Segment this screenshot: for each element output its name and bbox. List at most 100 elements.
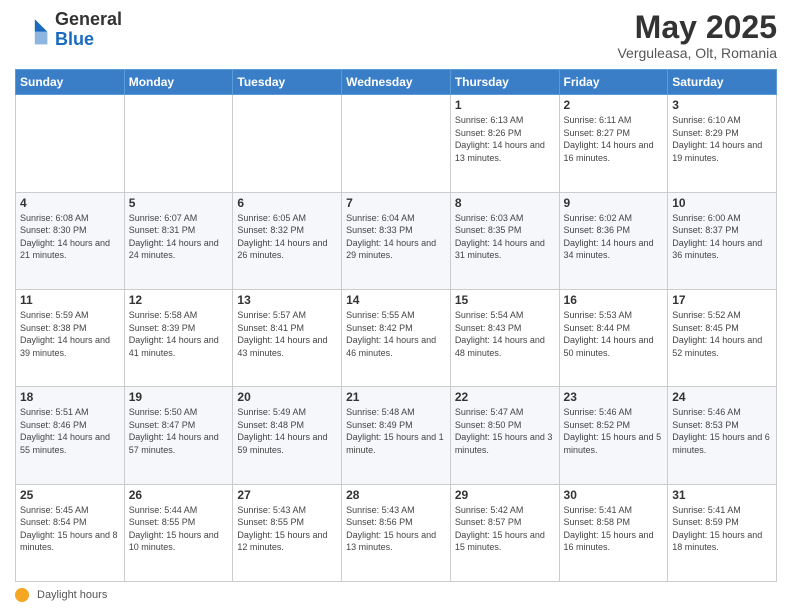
day-info: Sunrise: 6:10 AM Sunset: 8:29 PM Dayligh…: [672, 114, 772, 164]
day-info: Sunrise: 5:53 AM Sunset: 8:44 PM Dayligh…: [564, 309, 664, 359]
day-cell: 16 Sunrise: 5:53 AM Sunset: 8:44 PM Dayli…: [559, 289, 668, 386]
day-cell: 20 Sunrise: 5:49 AM Sunset: 8:48 PM Dayli…: [233, 387, 342, 484]
week-row-3: 11 Sunrise: 5:59 AM Sunset: 8:38 PM Dayli…: [16, 289, 777, 386]
day-cell: 22 Sunrise: 5:47 AM Sunset: 8:50 PM Dayli…: [450, 387, 559, 484]
day-info: Sunrise: 6:03 AM Sunset: 8:35 PM Dayligh…: [455, 212, 555, 262]
day-number: 7: [346, 196, 446, 210]
weekday-sunday: Sunday: [16, 70, 125, 95]
day-number: 21: [346, 390, 446, 404]
title-block: May 2025 Verguleasa, Olt, Romania: [617, 10, 777, 61]
day-number: 19: [129, 390, 229, 404]
day-info: Sunrise: 6:13 AM Sunset: 8:26 PM Dayligh…: [455, 114, 555, 164]
day-cell: 26 Sunrise: 5:44 AM Sunset: 8:55 PM Dayli…: [124, 484, 233, 581]
daylight-label: Daylight hours: [37, 589, 107, 601]
day-info: Sunrise: 5:41 AM Sunset: 8:59 PM Dayligh…: [672, 504, 772, 554]
day-info: Sunrise: 5:58 AM Sunset: 8:39 PM Dayligh…: [129, 309, 229, 359]
day-cell: 6Sunrise: 6:05 AM Sunset: 8:32 PM Daylig…: [233, 192, 342, 289]
week-row-1: 1 Sunrise: 6:13 AM Sunset: 8:26 PM Daylig…: [16, 95, 777, 192]
day-number: 3: [672, 98, 772, 112]
day-number: 9: [564, 196, 664, 210]
day-info: Sunrise: 5:50 AM Sunset: 8:47 PM Dayligh…: [129, 406, 229, 456]
day-number: 5: [129, 196, 229, 210]
day-number: 18: [20, 390, 120, 404]
day-info: Sunrise: 6:04 AM Sunset: 8:33 PM Dayligh…: [346, 212, 446, 262]
day-number: 31: [672, 488, 772, 502]
logo-blue: Blue: [55, 29, 94, 49]
day-cell: 27Sunrise: 5:43 AM Sunset: 8:55 PM Dayli…: [233, 484, 342, 581]
day-cell: 17 Sunrise: 5:52 AM Sunset: 8:45 PM Dayli…: [668, 289, 777, 386]
day-cell: 29Sunrise: 5:42 AM Sunset: 8:57 PM Dayli…: [450, 484, 559, 581]
day-number: 12: [129, 293, 229, 307]
day-cell: [16, 95, 125, 192]
weekday-header-row: SundayMondayTuesdayWednesdayThursdayFrid…: [16, 70, 777, 95]
day-cell: 28 Sunrise: 5:43 AM Sunset: 8:56 PM Dayli…: [342, 484, 451, 581]
day-number: 10: [672, 196, 772, 210]
day-cell: 7 Sunrise: 6:04 AM Sunset: 8:33 PM Daylig…: [342, 192, 451, 289]
day-number: 17: [672, 293, 772, 307]
day-info: Sunrise: 5:43 AM Sunset: 8:56 PM Dayligh…: [346, 504, 446, 554]
day-cell: 10 Sunrise: 6:00 AM Sunset: 8:37 PM Dayli…: [668, 192, 777, 289]
day-info: Sunrise: 5:44 AM Sunset: 8:55 PM Dayligh…: [129, 504, 229, 554]
day-info: Sunrise: 5:57 AM Sunset: 8:41 PM Dayligh…: [237, 309, 337, 359]
day-info: Sunrise: 5:59 AM Sunset: 8:38 PM Dayligh…: [20, 309, 120, 359]
day-cell: [233, 95, 342, 192]
logo-text: General Blue: [55, 10, 122, 50]
day-cell: 5Sunrise: 6:07 AM Sunset: 8:31 PM Daylig…: [124, 192, 233, 289]
day-number: 25: [20, 488, 120, 502]
day-info: Sunrise: 6:02 AM Sunset: 8:36 PM Dayligh…: [564, 212, 664, 262]
day-info: Sunrise: 6:00 AM Sunset: 8:37 PM Dayligh…: [672, 212, 772, 262]
day-number: 15: [455, 293, 555, 307]
day-cell: 24Sunrise: 5:46 AM Sunset: 8:53 PM Dayli…: [668, 387, 777, 484]
day-number: 28: [346, 488, 446, 502]
header: General Blue May 2025 Verguleasa, Olt, R…: [15, 10, 777, 61]
day-cell: 18Sunrise: 5:51 AM Sunset: 8:46 PM Dayli…: [16, 387, 125, 484]
day-cell: 11 Sunrise: 5:59 AM Sunset: 8:38 PM Dayli…: [16, 289, 125, 386]
day-cell: 21Sunrise: 5:48 AM Sunset: 8:49 PM Dayli…: [342, 387, 451, 484]
day-number: 16: [564, 293, 664, 307]
day-number: 26: [129, 488, 229, 502]
day-number: 22: [455, 390, 555, 404]
logo-general: General: [55, 9, 122, 29]
day-number: 1: [455, 98, 555, 112]
weekday-tuesday: Tuesday: [233, 70, 342, 95]
month-title: May 2025: [617, 10, 777, 45]
day-number: 30: [564, 488, 664, 502]
day-cell: 1 Sunrise: 6:13 AM Sunset: 8:26 PM Daylig…: [450, 95, 559, 192]
day-cell: [124, 95, 233, 192]
day-info: Sunrise: 5:49 AM Sunset: 8:48 PM Dayligh…: [237, 406, 337, 456]
day-cell: 15 Sunrise: 5:54 AM Sunset: 8:43 PM Dayli…: [450, 289, 559, 386]
location: Verguleasa, Olt, Romania: [617, 45, 777, 61]
day-cell: 2 Sunrise: 6:11 AM Sunset: 8:27 PM Daylig…: [559, 95, 668, 192]
day-info: Sunrise: 5:41 AM Sunset: 8:58 PM Dayligh…: [564, 504, 664, 554]
footer: Daylight hours: [15, 588, 777, 602]
week-row-4: 18Sunrise: 5:51 AM Sunset: 8:46 PM Dayli…: [16, 387, 777, 484]
day-cell: 3 Sunrise: 6:10 AM Sunset: 8:29 PM Daylig…: [668, 95, 777, 192]
day-info: Sunrise: 5:46 AM Sunset: 8:53 PM Dayligh…: [672, 406, 772, 456]
weekday-monday: Monday: [124, 70, 233, 95]
day-number: 23: [564, 390, 664, 404]
day-number: 11: [20, 293, 120, 307]
day-cell: 14Sunrise: 5:55 AM Sunset: 8:42 PM Dayli…: [342, 289, 451, 386]
sun-icon: [15, 588, 29, 602]
calendar: SundayMondayTuesdayWednesdayThursdayFrid…: [15, 69, 777, 582]
day-number: 13: [237, 293, 337, 307]
day-info: Sunrise: 5:46 AM Sunset: 8:52 PM Dayligh…: [564, 406, 664, 456]
day-number: 14: [346, 293, 446, 307]
day-info: Sunrise: 6:11 AM Sunset: 8:27 PM Dayligh…: [564, 114, 664, 164]
weekday-friday: Friday: [559, 70, 668, 95]
day-number: 27: [237, 488, 337, 502]
day-cell: 30 Sunrise: 5:41 AM Sunset: 8:58 PM Dayli…: [559, 484, 668, 581]
day-cell: 8Sunrise: 6:03 AM Sunset: 8:35 PM Daylig…: [450, 192, 559, 289]
day-info: Sunrise: 5:47 AM Sunset: 8:50 PM Dayligh…: [455, 406, 555, 456]
day-cell: 9 Sunrise: 6:02 AM Sunset: 8:36 PM Daylig…: [559, 192, 668, 289]
day-cell: 25Sunrise: 5:45 AM Sunset: 8:54 PM Dayli…: [16, 484, 125, 581]
day-number: 29: [455, 488, 555, 502]
day-number: 4: [20, 196, 120, 210]
day-number: 20: [237, 390, 337, 404]
day-info: Sunrise: 6:05 AM Sunset: 8:32 PM Dayligh…: [237, 212, 337, 262]
day-info: Sunrise: 5:54 AM Sunset: 8:43 PM Dayligh…: [455, 309, 555, 359]
day-info: Sunrise: 5:52 AM Sunset: 8:45 PM Dayligh…: [672, 309, 772, 359]
logo: General Blue: [15, 10, 122, 50]
weekday-thursday: Thursday: [450, 70, 559, 95]
day-number: 2: [564, 98, 664, 112]
